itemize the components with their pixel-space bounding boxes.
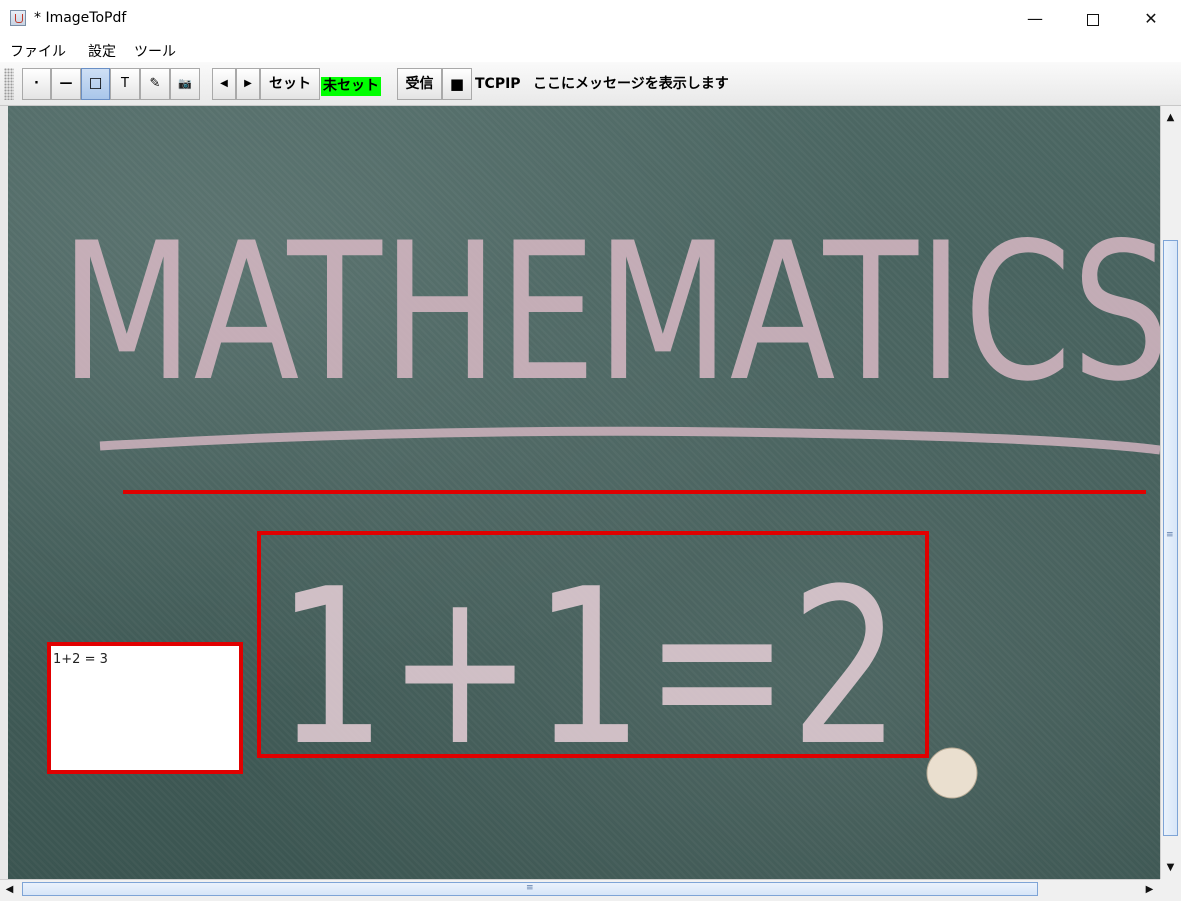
chalk-piece bbox=[926, 747, 978, 799]
pen-tool-button[interactable]: ✎ bbox=[140, 68, 170, 100]
arrow-up-icon: ▲ bbox=[1166, 112, 1175, 123]
vertical-scrollbar[interactable]: ▲ ≡ ▼ bbox=[1160, 106, 1181, 879]
menu-file[interactable]: ファイル bbox=[10, 41, 66, 61]
toolbar: · — ☐ T ✎ 📷 ◀ ▶ セット 未セット 受信 ■ TCPIP ここにメ… bbox=[0, 62, 1181, 106]
rectangle-icon: ☐ bbox=[88, 75, 103, 93]
triangle-left-icon: ◀ bbox=[220, 78, 228, 89]
arrow-down-icon: ▼ bbox=[1166, 862, 1175, 873]
set-button[interactable]: セット bbox=[260, 68, 320, 100]
text-tool-button[interactable]: T bbox=[110, 68, 140, 100]
arrow-left-icon: ◀ bbox=[5, 884, 14, 895]
camera-icon: 📷 bbox=[178, 77, 192, 90]
scroll-down-button[interactable]: ▼ bbox=[1161, 858, 1180, 877]
vertical-scroll-thumb[interactable]: ≡ bbox=[1163, 240, 1178, 836]
chalk-underline bbox=[99, 426, 1160, 455]
maximize-button[interactable] bbox=[1064, 0, 1122, 38]
chalk-title-text: MATHEMATICS bbox=[60, 202, 1160, 423]
menu-bar: ファイル 設定 ツール bbox=[0, 38, 1181, 62]
stop-icon: ■ bbox=[449, 75, 465, 93]
prev-button[interactable]: ◀ bbox=[212, 68, 236, 100]
receive-button[interactable]: 受信 bbox=[397, 68, 442, 100]
point-icon: · bbox=[34, 76, 39, 91]
camera-button[interactable]: 📷 bbox=[170, 68, 200, 100]
scroll-up-button[interactable]: ▲ bbox=[1161, 108, 1180, 127]
line-icon: — bbox=[59, 76, 73, 91]
maximize-icon bbox=[1087, 13, 1099, 26]
stop-button[interactable]: ■ bbox=[442, 68, 472, 100]
menu-tools[interactable]: ツール bbox=[134, 41, 176, 61]
pen-icon: ✎ bbox=[149, 76, 161, 91]
scroll-grip-icon: ≡ bbox=[1166, 530, 1174, 540]
java-app-icon bbox=[10, 10, 26, 26]
text-icon: T bbox=[121, 76, 129, 91]
image-canvas[interactable]: MATHEMATICS 1+1=2 1+2 = 3 bbox=[0, 106, 1160, 879]
point-tool-button[interactable]: · bbox=[22, 68, 51, 100]
menu-settings[interactable]: 設定 bbox=[88, 41, 116, 61]
rect-tool-button[interactable]: ☐ bbox=[81, 68, 110, 100]
window-title: * ImageToPdf bbox=[34, 10, 127, 26]
horizontal-scrollbar[interactable]: ◀ ≡ ▶ bbox=[0, 879, 1160, 898]
tcpip-label: TCPIP bbox=[475, 76, 521, 92]
minimize-button[interactable]: — bbox=[1006, 0, 1064, 38]
scroll-right-button[interactable]: ▶ bbox=[1140, 880, 1159, 899]
status-message: ここにメッセージを表示します bbox=[533, 76, 729, 92]
line-tool-button[interactable]: — bbox=[51, 68, 81, 100]
scroll-left-button[interactable]: ◀ bbox=[0, 880, 19, 899]
title-bar: * ImageToPdf — ✕ bbox=[0, 0, 1181, 38]
toolbar-grip[interactable] bbox=[4, 68, 14, 100]
arrow-right-icon: ▶ bbox=[1145, 884, 1154, 895]
minimize-icon: — bbox=[1027, 9, 1043, 28]
horizontal-scroll-thumb[interactable]: ≡ bbox=[22, 882, 1038, 896]
unset-status-badge: 未セット bbox=[321, 77, 381, 96]
scroll-grip-icon: ≡ bbox=[526, 883, 534, 893]
next-button[interactable]: ▶ bbox=[236, 68, 260, 100]
triangle-right-icon: ▶ bbox=[244, 78, 252, 89]
annotation-text-box[interactable]: 1+2 = 3 bbox=[47, 642, 243, 774]
canvas-left-margin bbox=[0, 106, 8, 879]
scrollbar-corner bbox=[1160, 879, 1181, 901]
close-icon: ✕ bbox=[1144, 9, 1158, 28]
close-button[interactable]: ✕ bbox=[1122, 0, 1180, 38]
